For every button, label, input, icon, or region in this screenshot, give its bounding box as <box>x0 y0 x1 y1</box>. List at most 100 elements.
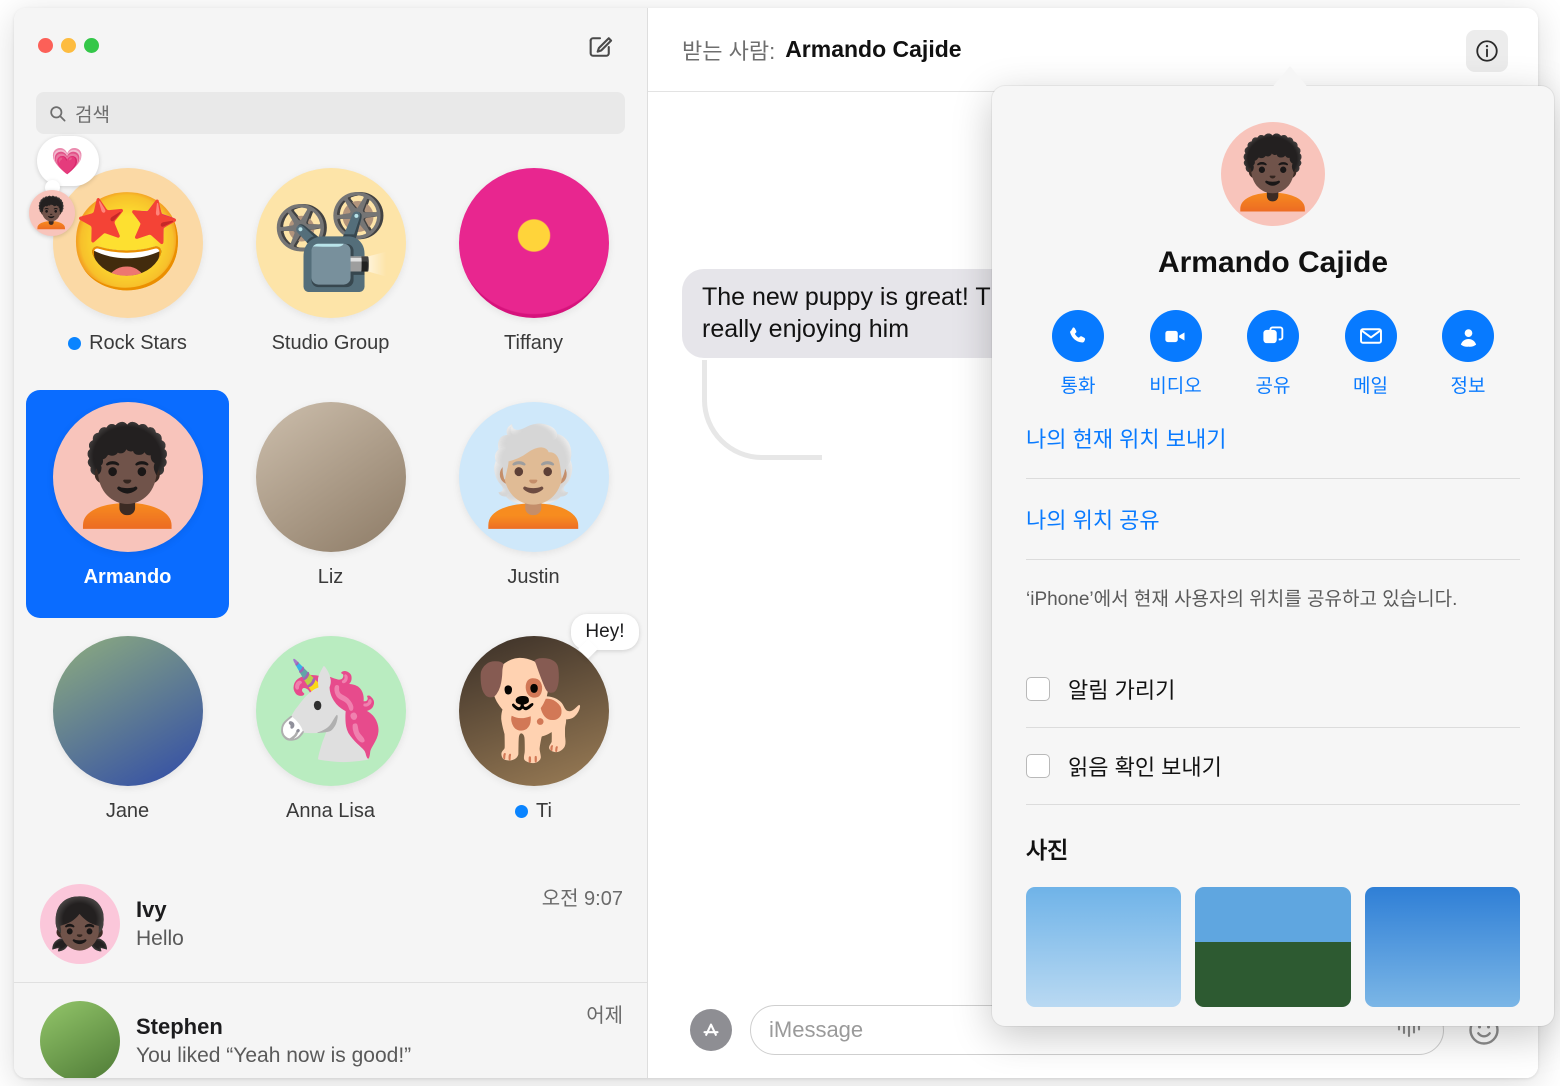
video-button[interactable]: 비디오 <box>1130 310 1222 398</box>
recipient-name[interactable]: Armando Cajide <box>785 36 961 63</box>
minimize-button[interactable] <box>61 38 76 53</box>
list-item[interactable]: 👧🏿 Ivy Hello 오전 9:07 <box>14 866 647 982</box>
contact-info-button[interactable]: 정보 <box>1422 310 1514 398</box>
search-container: 검색 <box>14 92 647 134</box>
search-input[interactable]: 검색 <box>36 92 625 134</box>
hide-alerts-label: 알림 가리기 <box>1068 678 1176 703</box>
avatar-wrap: Hey! 🐕 <box>458 614 639 786</box>
messages-app-window: 검색 💗 🧑🏿‍🦱 🤩 <box>0 0 1560 1086</box>
pinned-conversations-grid: 💗 🧑🏿‍🦱 🤩 Rock Stars <box>14 134 647 852</box>
conversation-list: 👧🏿 Ivy Hello 오전 9:07 Stephen You liked “… <box>14 852 647 1078</box>
incoming-message-bubble: Hey! <box>571 614 639 650</box>
info-button[interactable] <box>1466 30 1508 72</box>
memoji-icon: 🧑🏼‍🦳 <box>473 423 594 530</box>
pinned-item-armando[interactable]: 🧑🏿‍🦱 Armando <box>26 390 229 618</box>
conversation-text: Ivy Hello <box>136 897 526 951</box>
envelope-icon <box>1344 310 1397 362</box>
call-button[interactable]: 통화 <box>1032 310 1124 398</box>
pinned-label: Ti <box>515 800 552 823</box>
message-preview: You liked “Yeah now is good!” <box>136 1043 412 1067</box>
pinned-item-ti[interactable]: Hey! 🐕 Ti <box>432 614 639 852</box>
star-struck-icon: 🤩 <box>67 189 188 296</box>
popover-actions: 통화 비디오 공유 메일 정보 <box>1026 310 1520 398</box>
list-item[interactable]: Stephen You liked “Yeah now is good!” 어제 <box>14 982 647 1078</box>
pinned-label: Jane <box>105 800 150 822</box>
conversation-text: Stephen You liked “Yeah now is good!” <box>136 1014 570 1068</box>
avatar: 🧑🏿‍🦱 <box>52 402 203 552</box>
pinned-label: Anna Lisa <box>286 800 375 822</box>
avatar: 🤩 <box>52 168 203 318</box>
pinned-item-studio-group[interactable]: 📽️ Studio Group <box>229 156 432 384</box>
send-my-current-location-link[interactable]: 나의 현재 위치 보내기 <box>1026 398 1520 478</box>
avatar-wrap <box>458 168 609 318</box>
photos-grid <box>1026 887 1520 1007</box>
info-icon <box>1476 40 1498 62</box>
location-status-note: ‘iPhone’에서 현재 사용자의 위치를 공유하고 있습니다. <box>1026 589 1458 610</box>
pinned-label: Rock Stars <box>68 332 187 355</box>
photos-section-title: 사진 <box>1026 837 1069 863</box>
avatar: 👧🏿 <box>40 884 120 964</box>
avatar: 🧑🏼‍🦳 <box>458 402 609 552</box>
photo-thumbnail[interactable] <box>1026 887 1182 1007</box>
avatar-wrap: 📽️ <box>255 168 406 318</box>
person-info-icon <box>1442 310 1494 362</box>
memoji-icon: 🧑🏿‍🦱 <box>1229 134 1317 212</box>
memoji-icon: 🧑🏿‍🦱 <box>67 423 188 530</box>
appstore-icon[interactable] <box>690 1009 732 1051</box>
send-read-receipts-checkbox[interactable] <box>1026 754 1050 778</box>
share-button[interactable]: 공유 <box>1227 310 1319 398</box>
avatar: 🧑🏿‍🦱 <box>1221 122 1325 226</box>
close-button[interactable] <box>38 38 53 53</box>
contact-name: Stephen <box>136 1013 223 1039</box>
search-placeholder: 검색 <box>75 104 110 126</box>
pinned-label: Tiffany <box>504 332 563 354</box>
avatar: 📽️ <box>255 168 406 318</box>
pinned-label: Studio Group <box>271 332 390 354</box>
timestamp: 어제 <box>586 1005 623 1027</box>
pinned-item-justin[interactable]: 🧑🏼‍🦳 Justin <box>432 390 635 618</box>
action-label: 비디오 <box>1149 376 1202 397</box>
pinned-item-jane[interactable]: Jane <box>26 624 229 852</box>
phone-icon <box>1052 310 1104 362</box>
sidebar: 검색 💗 🧑🏿‍🦱 🤩 <box>14 8 648 1078</box>
contact-name: Armando Cajide <box>1157 246 1389 279</box>
pinned-item-liz[interactable]: Liz <box>229 390 432 618</box>
contact-info-popover: 🧑🏿‍🦱 Armando Cajide 통화 <box>992 86 1554 1026</box>
avatar-wrap: 🧑🏼‍🦳 <box>458 402 609 552</box>
video-camera-icon <box>1149 310 1202 362</box>
avatar <box>40 1000 120 1078</box>
photo-thumbnail[interactable] <box>1364 887 1520 1007</box>
pinned-label: Justin <box>507 566 560 588</box>
traffic-lights <box>38 38 99 53</box>
avatar-wrap <box>52 636 203 786</box>
mail-button[interactable]: 메일 <box>1325 310 1417 398</box>
photo-thumbnail[interactable] <box>1195 887 1351 1007</box>
avatar: 🐕 <box>458 636 609 786</box>
chat-header: 받는 사람: Armando Cajide <box>648 8 1538 92</box>
dog-icon: 🐕 <box>473 657 594 764</box>
avatar <box>255 402 406 552</box>
timestamp: 오전 9:07 <box>541 888 623 910</box>
compose-icon[interactable] <box>583 30 617 64</box>
send-read-receipts-label: 읽음 확인 보내기 <box>1068 755 1222 780</box>
share-my-location-link[interactable]: 나의 위치 공유 <box>1026 479 1520 559</box>
recipient-label: 받는 사람: <box>682 38 776 64</box>
action-label: 정보 <box>1450 376 1486 397</box>
pinned-item-anna-lisa[interactable]: 🦄 Anna Lisa <box>229 624 432 852</box>
send-read-receipts-row[interactable]: 읽음 확인 보내기 <box>1026 728 1520 804</box>
memoji-icon: 👧🏿 <box>48 895 112 952</box>
message-preview: Hello <box>136 927 184 950</box>
avatar-wrap: 💗 🧑🏿‍🦱 🤩 <box>28 136 203 318</box>
hide-alerts-checkbox[interactable] <box>1026 677 1050 701</box>
pinned-label: Armando <box>83 566 172 588</box>
unicorn-icon: 🦄 <box>270 657 391 764</box>
imessage-placeholder: iMessage <box>769 1017 864 1042</box>
avatar <box>458 168 609 318</box>
avatar-wrap <box>255 402 406 552</box>
hide-alerts-row[interactable]: 알림 가리기 <box>1026 651 1520 727</box>
zoom-button[interactable] <box>84 38 99 53</box>
pinned-item-tiffany[interactable]: Tiffany <box>432 156 635 384</box>
avatar-wrap: 🧑🏿‍🦱 <box>52 402 203 552</box>
pinned-item-rock-stars[interactable]: 💗 🧑🏿‍🦱 🤩 Rock Stars <box>26 136 229 384</box>
unread-dot <box>68 337 82 350</box>
